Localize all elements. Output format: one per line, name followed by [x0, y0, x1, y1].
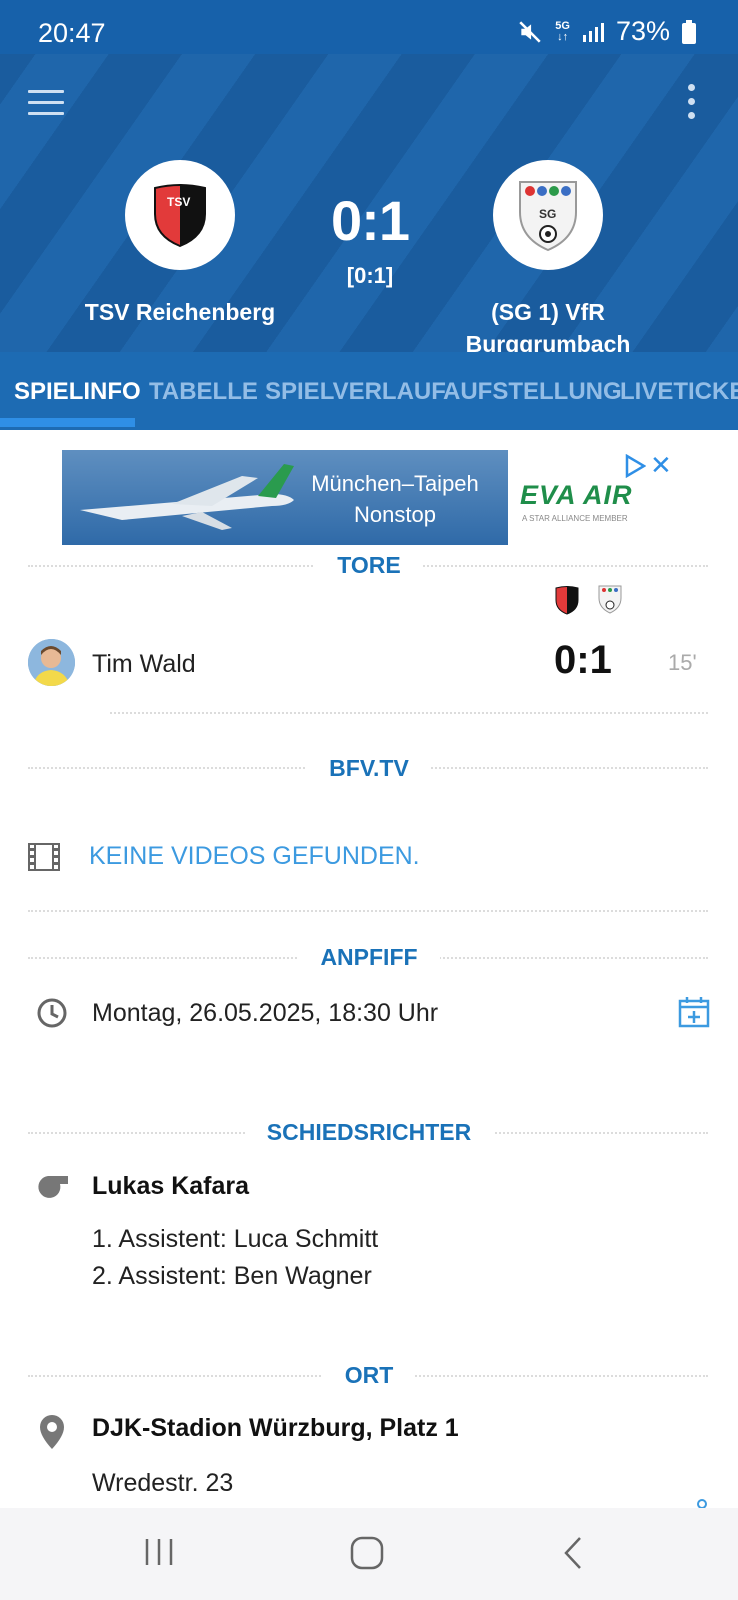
location-section-title: ORT	[0, 1362, 738, 1389]
goals-title-text: TORE	[315, 552, 423, 578]
home-team-crest: TSV	[125, 160, 235, 270]
battery-percent: 73%	[615, 16, 670, 46]
match-header: 20:47 5G ↓↑ 73% TSV TSV Reichenberg 0:1 …	[0, 0, 738, 357]
tab-tabelle[interactable]: TABELLE	[149, 378, 258, 406]
status-icons: 5G ↓↑ 73%	[517, 16, 696, 47]
kickoff-title-text: ANPFIFF	[298, 944, 440, 970]
hamburger-menu-icon[interactable]	[28, 90, 64, 116]
assistant-2: 2. Assistent: Ben Wagner	[92, 1262, 372, 1290]
tv-title-text: BFV.TV	[307, 755, 431, 781]
tab-spielinfo[interactable]: SPIELINFO	[14, 378, 141, 406]
ad-banner[interactable]: München–Taipeh Nonstop EVA AIR A STAR AL…	[62, 450, 676, 545]
tsv-shield-icon: TSV	[154, 184, 206, 248]
home-mini-crest-icon	[555, 586, 579, 615]
recent-apps-icon[interactable]	[142, 1536, 176, 1568]
ad-headline-line2: Nonstop	[354, 502, 436, 527]
home-team-name: TSV Reichenberg	[84, 299, 276, 325]
location-title-text: ORT	[322, 1362, 416, 1388]
signal-icon	[582, 22, 604, 42]
tab-aufstellung[interactable]: AUFSTELLUNG	[443, 378, 622, 406]
adchoices-icon[interactable]	[624, 454, 646, 478]
tv-section-title: BFV.TV	[0, 755, 738, 782]
no-videos-text: KEINE VIDEOS GEFUNDEN.	[89, 842, 420, 870]
sg-shield-icon: SG	[519, 181, 577, 252]
home-team[interactable]: TSV TSV Reichenberg	[70, 160, 290, 328]
film-icon	[28, 843, 60, 871]
away-team-crest: SG	[493, 160, 603, 270]
home-crest-text: TSV	[167, 195, 190, 209]
divider	[110, 712, 708, 714]
venue-name: DJK-Stadion Würzburg, Platz 1	[92, 1414, 459, 1442]
ad-image: München–Taipeh Nonstop	[62, 450, 508, 545]
venue-street: Wredestr. 23	[92, 1469, 234, 1497]
ad-close-icon[interactable]: ✕	[650, 450, 672, 481]
ad-headline: München–Taipeh Nonstop	[290, 468, 500, 530]
status-bar: 20:47 5G ↓↑ 73%	[0, 0, 738, 54]
ad-headline-line1: München–Taipeh	[311, 471, 479, 496]
network-type-icon: 5G ↓↑	[555, 19, 570, 43]
assistant-1: 1. Assistent: Luca Schmitt	[92, 1225, 379, 1253]
referee-title-text: SCHIEDSRICHTER	[244, 1119, 494, 1145]
away-team-name-line1: (SG 1) VfR	[491, 299, 605, 325]
tab-liveticker[interactable]: LIVETICKER	[620, 378, 738, 406]
location-pin-icon	[40, 1415, 64, 1449]
tab-spielverlauf[interactable]: SPIELVERLAUF	[265, 378, 446, 406]
network-type-label: 5G	[555, 19, 570, 32]
kickoff-section-title: ANPFIFF	[0, 944, 738, 971]
ad-brand: EVA AIR	[520, 480, 633, 510]
add-to-calendar-icon[interactable]	[678, 996, 710, 1028]
kickoff-datetime: Montag, 26.05.2025, 18:30 Uhr	[92, 999, 439, 1027]
player-avatar	[28, 639, 75, 686]
away-mini-crest-icon	[598, 585, 622, 614]
halftime-score: [0:1]	[346, 263, 394, 288]
system-navigation-bar	[0, 1508, 738, 1600]
divider	[28, 910, 708, 912]
whistle-icon	[38, 1176, 68, 1198]
clock-icon	[37, 998, 67, 1028]
referee-section-title: SCHIEDSRICHTER	[0, 1119, 738, 1146]
battery-icon	[682, 19, 696, 44]
navigate-icon[interactable]	[692, 1496, 712, 1508]
home-button-icon[interactable]	[350, 1536, 384, 1570]
away-crest-text: SG	[539, 207, 556, 221]
goals-section-title: TORE	[0, 552, 738, 579]
active-tab-indicator	[0, 418, 135, 427]
status-time: 20:47	[38, 18, 106, 48]
top-app-bar	[0, 54, 738, 150]
more-options-icon[interactable]	[688, 84, 698, 124]
away-team[interactable]: SG (SG 1) VfR Burggrumbach	[438, 160, 658, 360]
goal-score: 0:1	[554, 638, 612, 682]
away-team-name: (SG 1) VfR Burggrumbach	[438, 296, 658, 360]
goal-scorer: Tim Wald	[92, 650, 196, 678]
match-score: 0:1	[331, 189, 410, 252]
referee-name: Lukas Kafara	[92, 1172, 250, 1200]
ad-tagline: A STAR ALLIANCE MEMBER	[522, 514, 628, 523]
mute-icon	[519, 20, 541, 43]
goal-minute: 15'	[668, 650, 697, 675]
back-icon[interactable]	[562, 1536, 584, 1570]
